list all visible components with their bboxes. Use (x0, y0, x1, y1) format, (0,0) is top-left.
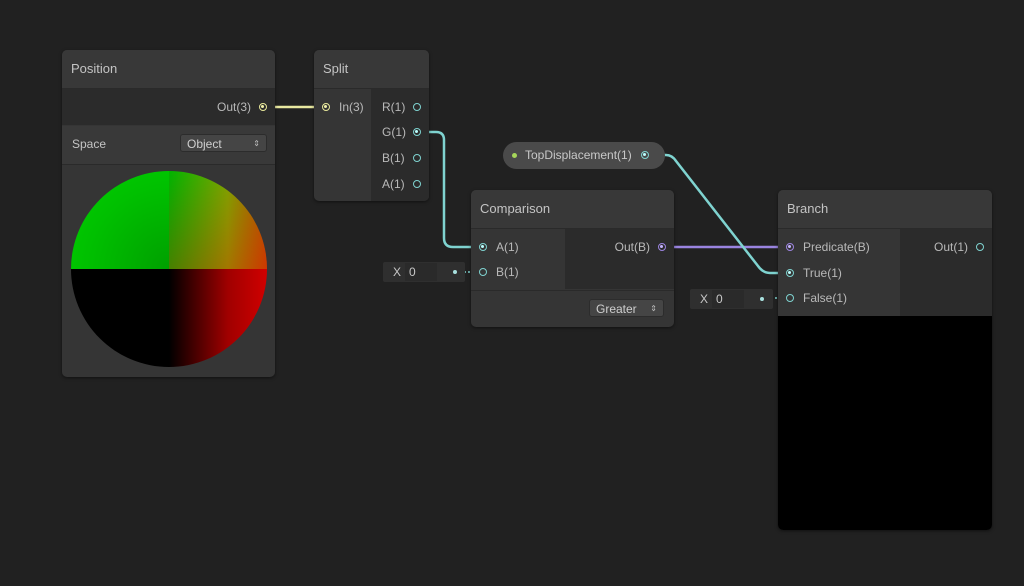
position-output-label: Out(3) (216, 100, 251, 114)
split-input-label: In(3) (339, 100, 364, 114)
split-input-port[interactable] (322, 103, 330, 111)
branch-input-port-true[interactable] (786, 269, 794, 277)
position-preview (71, 171, 267, 367)
split-output-row: A(1) (371, 172, 429, 196)
branch-false-value-input[interactable]: 0 (712, 290, 744, 308)
space-control-row: Space Object ⇕ (62, 126, 275, 165)
branch-false-axis-label: X (700, 292, 709, 306)
branch-output-port[interactable] (976, 243, 984, 251)
branch-output-row: Out(1) (900, 235, 992, 259)
comparison-b-axis-label: X (393, 265, 402, 279)
comparison-b-value-input[interactable]: 0 (405, 263, 437, 281)
comparison-input-port-b[interactable] (479, 268, 487, 276)
property-label: TopDisplacement(1) (525, 148, 632, 162)
branch-input-row: True(1) (778, 261, 900, 285)
split-input-row: In(3) (314, 95, 371, 119)
position-node[interactable]: Position Out(3) Space Object ⇕ (62, 50, 275, 377)
comparison-node-title[interactable]: Comparison (471, 190, 674, 229)
space-dropdown-value: Object (187, 137, 222, 151)
split-output-port-a[interactable] (413, 180, 421, 188)
branch-input-label: True(1) (803, 266, 842, 280)
comparison-input-label: A(1) (496, 240, 519, 254)
comparison-divider (471, 290, 674, 291)
dropdown-arrows-icon: ⇕ (253, 139, 260, 148)
split-output-label: A(1) (382, 177, 405, 191)
split-output-label: B(1) (382, 151, 405, 165)
branch-preview (778, 316, 992, 530)
branch-input-port-predicate[interactable] (786, 243, 794, 251)
split-output-label: G(1) (382, 125, 406, 139)
branch-input-label: Predicate(B) (803, 240, 870, 254)
branch-output-label: Out(1) (933, 240, 968, 254)
comparison-input-label: B(1) (496, 265, 519, 279)
comparison-mode-value: Greater (596, 302, 637, 316)
property-indicator-icon (512, 153, 517, 158)
graph-canvas[interactable]: Position Out(3) Space Object ⇕ Split In(… (0, 0, 1024, 586)
space-label: Space (72, 137, 107, 151)
comparison-input-port-a[interactable] (479, 243, 487, 251)
property-node-topdisplacement[interactable]: TopDisplacement(1) (503, 142, 665, 169)
preview-quadrant-top-right-overlay (169, 171, 267, 269)
branch-false-connector-dot (760, 297, 764, 301)
split-output-row: R(1) (371, 95, 429, 119)
branch-input-row: False(1) (778, 286, 900, 310)
preview-quadrant-bottom-left (71, 269, 169, 367)
space-dropdown[interactable]: Object ⇕ (180, 134, 267, 152)
preview-quadrant-top-left (71, 171, 169, 269)
branch-input-label: False(1) (803, 291, 848, 305)
split-node-title[interactable]: Split (314, 50, 429, 89)
branch-input-port-false[interactable] (786, 294, 794, 302)
split-output-port-r[interactable] (413, 103, 421, 111)
comparison-mode-dropdown[interactable]: Greater ⇕ (589, 299, 664, 317)
comparison-output-row: Out(B) (565, 235, 674, 259)
preview-quadrant-bottom-right (169, 269, 267, 367)
branch-input-row: Predicate(B) (778, 235, 900, 259)
comparison-output-label: Out(B) (614, 240, 650, 254)
comparison-input-row: B(1) (471, 260, 565, 284)
split-output-row: G(1) (371, 120, 429, 144)
position-node-title[interactable]: Position (62, 50, 275, 89)
branch-node-title[interactable]: Branch (778, 190, 992, 229)
split-output-row: B(1) (371, 146, 429, 170)
comparison-node[interactable]: Comparison A(1) B(1) Out(B) Greater ⇕ (471, 190, 674, 327)
split-output-label: R(1) (382, 100, 406, 114)
split-output-port-b[interactable] (413, 154, 421, 162)
position-output-row: Out(3) (62, 95, 275, 119)
split-output-port-g[interactable] (413, 128, 421, 136)
property-output-port[interactable] (641, 151, 649, 159)
branch-node[interactable]: Branch Predicate(B) True(1) False(1) Out… (778, 190, 992, 530)
comparison-b-field[interactable]: X 0 (383, 262, 465, 282)
split-node[interactable]: Split In(3) R(1) G(1) B(1) A(1) (314, 50, 429, 201)
comparison-output-port[interactable] (658, 243, 666, 251)
comparison-input-row: A(1) (471, 235, 565, 259)
position-output-port[interactable] (259, 103, 267, 111)
dropdown-arrows-icon: ⇕ (650, 304, 657, 313)
branch-false-field[interactable]: X 0 (690, 289, 773, 309)
comparison-b-connector-dot (453, 270, 457, 274)
